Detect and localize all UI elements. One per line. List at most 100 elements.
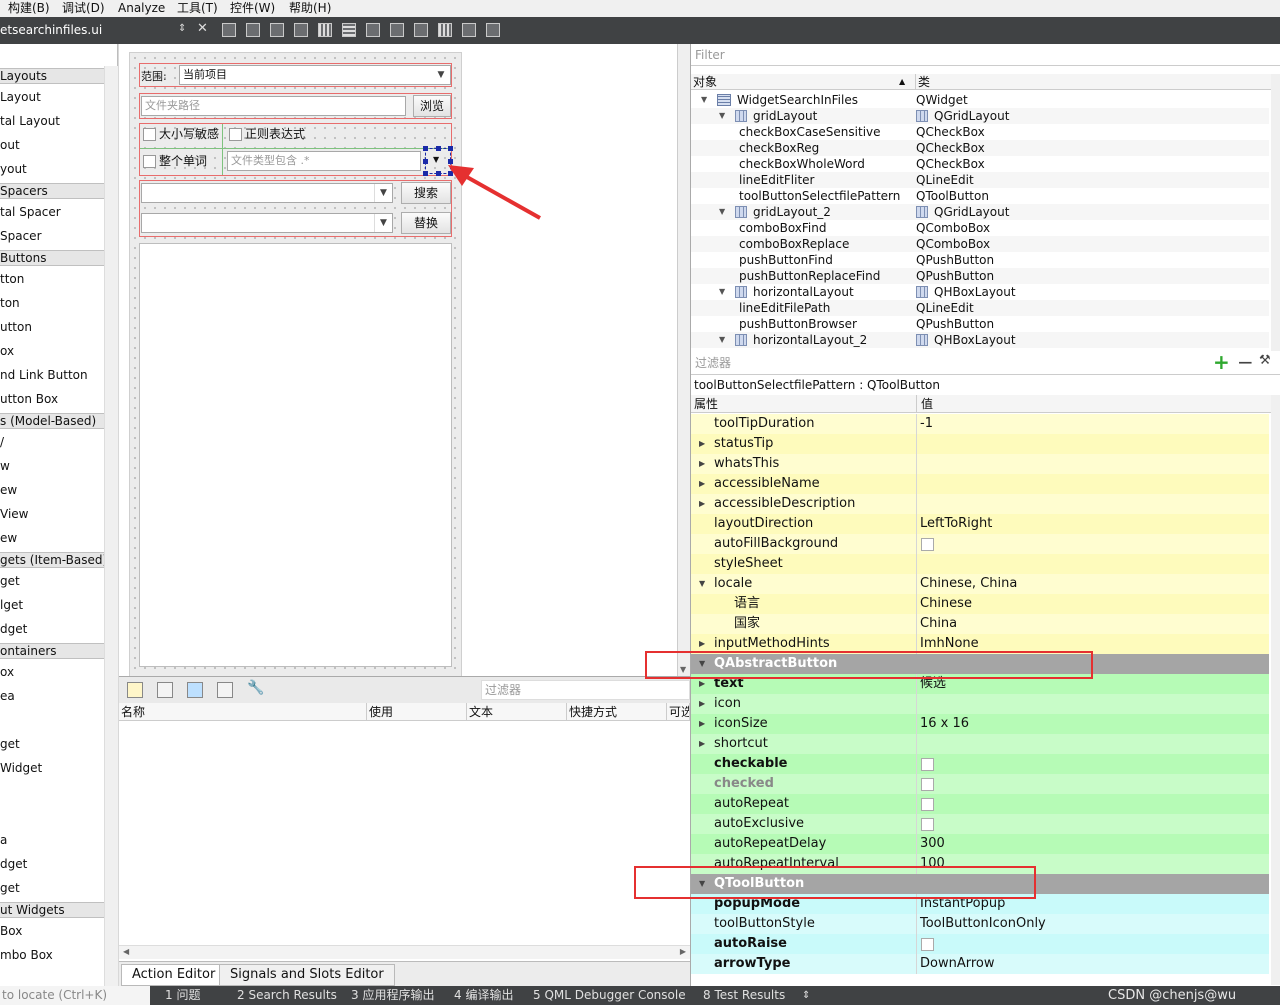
object-tree-row[interactable]: lineEditFilePath QLineEdit bbox=[691, 300, 1269, 316]
wrench-icon[interactable]: 🔧 bbox=[247, 680, 264, 696]
delete-action-icon[interactable] bbox=[217, 682, 233, 698]
test-results-tab[interactable]: 8 Test Results bbox=[703, 986, 785, 1005]
property-checkbox[interactable] bbox=[921, 798, 934, 811]
widget-category[interactable]: ut Widgets bbox=[0, 902, 104, 918]
chevron-right-icon[interactable]: ▶ bbox=[699, 714, 705, 734]
property-row[interactable]: ▶ shortcut bbox=[691, 734, 1269, 754]
widget-item[interactable]: Widget bbox=[0, 758, 104, 778]
object-filter-input[interactable]: Filter bbox=[691, 44, 1280, 66]
object-tree-row[interactable]: ▼ horizontalLayout_2 QHBoxLayout bbox=[691, 332, 1269, 348]
property-value[interactable]: 300 bbox=[920, 834, 945, 854]
column-class[interactable]: 类 bbox=[915, 74, 930, 90]
resize-handle[interactable] bbox=[423, 146, 428, 151]
object-tree-row[interactable]: toolButtonSelectfilePattern QToolButton bbox=[691, 188, 1269, 204]
property-row[interactable]: ▶ statusTip bbox=[691, 434, 1269, 454]
object-tree-scrollbar[interactable] bbox=[1271, 74, 1280, 351]
widget-category[interactable]: Buttons bbox=[0, 250, 104, 266]
property-row[interactable]: ▶ icon bbox=[691, 694, 1269, 714]
wrench-icon[interactable]: ⚒ bbox=[1259, 353, 1271, 368]
search-results-tab[interactable]: 2 Search Results bbox=[237, 986, 337, 1005]
column-object[interactable]: 对象 bbox=[693, 74, 717, 90]
chevron-right-icon[interactable]: ▶ bbox=[680, 947, 686, 956]
widget-item[interactable]: Layout bbox=[0, 87, 104, 107]
add-dynamic-property-icon[interactable]: + bbox=[1213, 351, 1230, 373]
widget-item[interactable]: Box bbox=[0, 921, 104, 941]
object-tree-row[interactable]: checkBoxWholeWord QCheckBox bbox=[691, 156, 1269, 172]
chevron-down-icon[interactable]: ▼ bbox=[699, 574, 705, 594]
widget-item[interactable]: / bbox=[0, 432, 104, 452]
object-tree-row[interactable]: comboBoxFind QComboBox bbox=[691, 220, 1269, 236]
file-pattern-input[interactable]: 文件类型包含 .* bbox=[227, 151, 421, 171]
widget-item[interactable] bbox=[0, 710, 104, 730]
form-canvas-scrollbar[interactable]: ▼ bbox=[677, 44, 690, 676]
property-filter-input[interactable]: 过滤器 bbox=[695, 354, 731, 372]
edit-signals-icon[interactable] bbox=[246, 23, 260, 37]
column-used[interactable]: 使用 bbox=[367, 703, 467, 721]
widget-category[interactable]: s (Model-Based) bbox=[0, 413, 104, 429]
property-row[interactable]: 语言 Chinese bbox=[691, 594, 1269, 614]
object-tree-row[interactable]: checkBoxCaseSensitive QCheckBox bbox=[691, 124, 1269, 140]
widget-item[interactable]: yout bbox=[0, 159, 104, 179]
action-filter-input[interactable]: 过滤器 bbox=[481, 680, 690, 700]
widget-item[interactable]: ea bbox=[0, 686, 104, 706]
widget-item[interactable]: View bbox=[0, 504, 104, 524]
whole-word-checkbox[interactable]: 整个单词 bbox=[141, 152, 207, 170]
widget-item[interactable]: dget bbox=[0, 619, 104, 639]
toggle-panels-icon[interactable]: ⇕ bbox=[802, 986, 810, 1005]
chevron-right-icon[interactable]: ▶ bbox=[699, 434, 705, 454]
property-checkbox[interactable] bbox=[921, 818, 934, 831]
property-row[interactable]: toolTipDuration -1 bbox=[691, 414, 1269, 434]
chevron-right-icon[interactable]: ▶ bbox=[699, 474, 705, 494]
widget-item[interactable]: get bbox=[0, 734, 104, 754]
action-hscrollbar[interactable]: ◀ ▶ bbox=[119, 945, 690, 959]
chevron-right-icon[interactable]: ▶ bbox=[699, 454, 705, 474]
file-switch-icon[interactable]: ⇕ bbox=[178, 23, 186, 34]
object-tree-row[interactable]: comboBoxReplace QComboBox bbox=[691, 236, 1269, 252]
remove-dynamic-property-icon[interactable]: − bbox=[1237, 351, 1254, 373]
results-text-area[interactable] bbox=[139, 243, 452, 667]
menu-analyze[interactable]: Analyze bbox=[118, 0, 165, 17]
property-row[interactable]: ▶ accessibleName bbox=[691, 474, 1269, 494]
column-text[interactable]: 文本 bbox=[467, 703, 567, 721]
file-path-input[interactable]: 文件夹路径 bbox=[141, 96, 406, 116]
property-row[interactable]: autoRaise bbox=[691, 934, 1269, 954]
tab-signals-slots-editor[interactable]: Signals and Slots Editor bbox=[219, 964, 395, 986]
close-icon[interactable]: ✕ bbox=[197, 21, 208, 36]
chevron-left-icon[interactable]: ◀ bbox=[123, 947, 129, 956]
property-row[interactable]: arrowType DownArrow bbox=[691, 954, 1269, 974]
column-value[interactable]: 值 bbox=[916, 395, 933, 413]
object-tree-row[interactable]: pushButtonFind QPushButton bbox=[691, 252, 1269, 268]
object-tree-row[interactable]: ▼ WidgetSearchInFiles QWidget bbox=[691, 92, 1269, 108]
scope-combo[interactable]: 当前项目 ▼ bbox=[179, 65, 451, 85]
property-row[interactable]: ▶ whatsThis bbox=[691, 454, 1269, 474]
object-tree-row[interactable]: checkBoxReg QCheckBox bbox=[691, 140, 1269, 156]
menu-tools[interactable]: 工具(T) bbox=[177, 0, 218, 17]
qml-debugger-tab[interactable]: 5 QML Debugger Console bbox=[533, 986, 686, 1005]
property-value[interactable]: DownArrow bbox=[920, 954, 995, 974]
chevron-right-icon[interactable]: ▶ bbox=[699, 494, 705, 514]
new-action-icon[interactable] bbox=[127, 682, 143, 698]
object-tree-row[interactable]: ▼ gridLayout QGridLayout bbox=[691, 108, 1269, 124]
case-sensitive-checkbox[interactable]: 大小写敏感 bbox=[141, 125, 219, 143]
property-row[interactable]: toolButtonStyle ToolButtonIconOnly bbox=[691, 914, 1269, 934]
paste-action-icon[interactable] bbox=[187, 682, 203, 698]
property-row[interactable]: autoRepeat bbox=[691, 794, 1269, 814]
adjust-size-icon[interactable] bbox=[486, 23, 500, 37]
widget-category[interactable]: ontainers bbox=[0, 643, 104, 659]
locate-input[interactable]: to locate (Ctrl+K) bbox=[0, 986, 150, 1005]
edit-widgets-icon[interactable] bbox=[222, 23, 236, 37]
widget-item[interactable]: mbo Box bbox=[0, 945, 104, 965]
expand-arrow-icon[interactable]: ▼ bbox=[719, 108, 725, 124]
object-tree-row[interactable]: pushButtonReplaceFind QPushButton bbox=[691, 268, 1269, 284]
property-row[interactable]: ▶ iconSize 16 x 16 bbox=[691, 714, 1269, 734]
layout-grid-icon[interactable] bbox=[438, 23, 452, 37]
widget-item[interactable]: utton Box bbox=[0, 389, 104, 409]
chevron-right-icon[interactable]: ▶ bbox=[699, 734, 705, 754]
widget-item[interactable]: utton bbox=[0, 317, 104, 337]
widget-item[interactable]: tton bbox=[0, 269, 104, 289]
layout-form-icon[interactable] bbox=[414, 23, 428, 37]
widget-item[interactable] bbox=[0, 806, 104, 826]
column-name[interactable]: 名称 bbox=[119, 703, 367, 721]
compile-output-tab[interactable]: 4 编译输出 bbox=[454, 986, 513, 1005]
widget-item[interactable]: get bbox=[0, 878, 104, 898]
